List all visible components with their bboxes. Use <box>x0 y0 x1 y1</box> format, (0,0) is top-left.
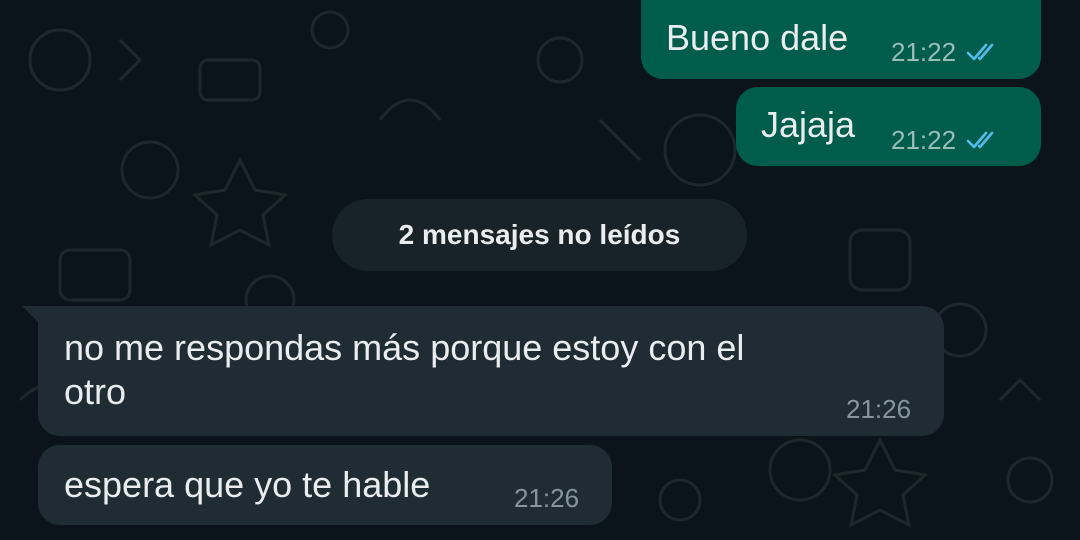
outgoing-message[interactable]: Jajaja 21:22 <box>736 87 1041 166</box>
message-meta: 21:26 <box>514 483 579 513</box>
unread-messages-banner: 2 mensajes no leídos <box>332 199 747 271</box>
incoming-message[interactable]: espera que yo te hable 21:26 <box>38 445 612 525</box>
message-time: 21:26 <box>514 483 580 513</box>
message-time: 21:22 <box>891 37 957 67</box>
outgoing-message[interactable]: Bueno dale 21:22 <box>641 0 1041 79</box>
message-time: 21:22 <box>891 125 957 155</box>
double-check-read-icon <box>966 43 994 61</box>
message-text: espera que yo te hable <box>64 464 431 505</box>
message-text: Bueno dale <box>666 17 849 58</box>
message-text: no me respondas más porque estoy con el … <box>64 327 745 412</box>
message-meta: 21:22 <box>891 37 1002 67</box>
message-meta: 21:22 <box>891 125 1002 155</box>
message-meta: 21:26 <box>846 394 911 424</box>
message-text: Jajaja <box>761 104 856 145</box>
message-time: 21:26 <box>846 394 912 424</box>
incoming-message[interactable]: no me respondas más porque estoy con el … <box>38 306 944 436</box>
double-check-read-icon <box>966 131 994 149</box>
